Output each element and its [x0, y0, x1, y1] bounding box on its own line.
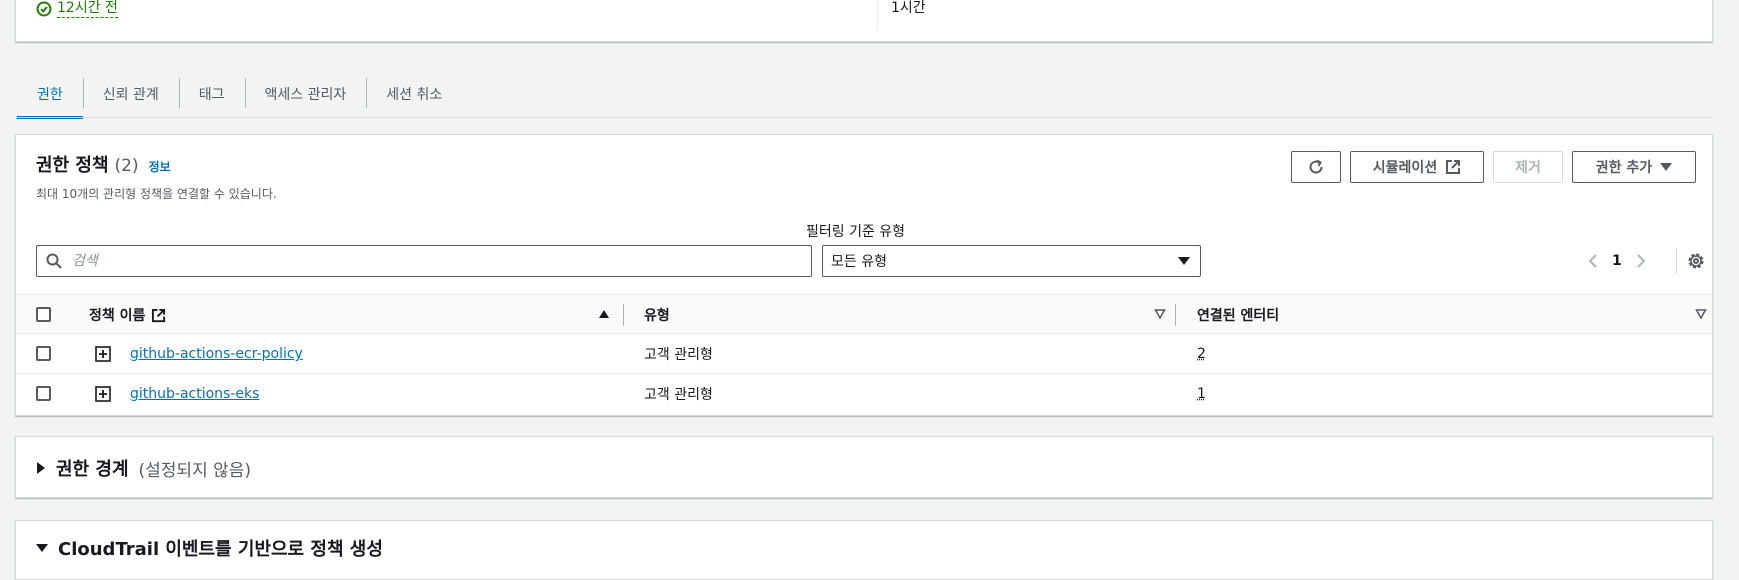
permissions-policies-card: 권한 정책 (2) 정보 최대 10개의 관리형 정책을 연결할 수 있습니다.… [15, 134, 1713, 416]
tab-tags[interactable]: 태그 [179, 78, 245, 110]
chevron-right-icon[interactable] [1636, 253, 1646, 269]
column-divider[interactable] [1175, 304, 1176, 326]
tab-trust-relationships[interactable]: 신뢰 관계 [83, 78, 179, 110]
policies-header: 권한 정책 (2) 정보 최대 10개의 관리형 정책을 연결할 수 있습니다. [36, 151, 277, 202]
add-permissions-button[interactable]: 권한 추가 [1572, 151, 1696, 183]
expand-row-icon[interactable] [95, 346, 111, 362]
policy-type: 고객 관리형 [644, 334, 713, 374]
add-permissions-label: 권한 추가 [1596, 157, 1652, 177]
last-activity-text[interactable]: 12시간 전 [57, 0, 118, 18]
max-session-duration: 1시간 [891, 0, 926, 17]
permissions-boundary-toggle[interactable]: 권한 경계 (설정되지 않음) [36, 437, 251, 499]
sort-ascending-icon[interactable] [598, 308, 610, 320]
attached-entities-count[interactable]: 1 [1197, 374, 1206, 414]
caret-right-icon [36, 462, 46, 474]
caret-down-icon [1178, 256, 1190, 266]
cloudtrail-title: CloudTrail 이벤트를 기반으로 정책 생성 [58, 535, 383, 561]
check-circle-icon [36, 1, 52, 17]
attached-entities-count[interactable]: 2 [1197, 334, 1206, 374]
external-link-icon [151, 308, 166, 323]
remove-button[interactable]: 제거 [1493, 151, 1563, 183]
current-page[interactable]: 1 [1612, 253, 1622, 269]
sort-icon[interactable] [1695, 308, 1707, 320]
summary-divider [877, 0, 878, 30]
gear-icon[interactable] [1686, 251, 1706, 271]
external-link-icon [1445, 159, 1461, 175]
policy-type: 고객 관리형 [644, 374, 713, 414]
policies-count: (2) [115, 156, 139, 176]
sort-icon[interactable] [1154, 308, 1166, 320]
role-tabs: 권한 신뢰 관계 태그 액세스 관리자 세션 취소 [17, 72, 462, 118]
column-attached-entities[interactable]: 연결된 엔터티 [1197, 295, 1279, 335]
cloudtrail-policy-card: CloudTrail 이벤트를 기반으로 정책 생성 [15, 520, 1713, 580]
policies-table-header: 정책 이름 유형 연결된 엔터티 [16, 294, 1712, 334]
simulation-label: 시뮬레이션 [1373, 157, 1437, 177]
filter-type-label: 필터링 기준 유형 [806, 221, 905, 241]
policies-description: 최대 10개의 관리형 정책을 연결할 수 있습니다. [36, 185, 277, 202]
role-summary-card: 12시간 전 1시간 [15, 0, 1713, 42]
simulation-button[interactable]: 시뮬레이션 [1350, 151, 1484, 183]
pagination: 1 [1588, 245, 1646, 277]
pager-divider [1676, 248, 1677, 274]
policies-title: 권한 정책 [36, 151, 109, 177]
tab-access-advisor[interactable]: 액세스 관리자 [245, 78, 367, 110]
caret-down-icon [1660, 162, 1672, 172]
caret-down-icon [36, 543, 48, 553]
permissions-boundary-title: 권한 경계 [56, 455, 129, 481]
expand-row-icon[interactable] [95, 386, 111, 402]
table-row[interactable]: github-actions-eks 고객 관리형 1 [16, 374, 1712, 414]
tabs-divider [17, 117, 1713, 118]
policy-name-link[interactable]: github-actions-eks [130, 374, 259, 414]
refresh-icon [1307, 158, 1325, 176]
filter-type-value: 모든 유형 [831, 251, 887, 271]
chevron-left-icon[interactable] [1588, 253, 1598, 269]
filter-type-select[interactable]: 모든 유형 [822, 245, 1201, 277]
column-policy-name[interactable]: 정책 이름 [89, 295, 166, 335]
column-policy-name-label: 정책 이름 [89, 305, 145, 325]
info-link[interactable]: 정보 [149, 158, 171, 175]
search-input[interactable] [70, 252, 770, 270]
last-activity[interactable]: 12시간 전 [36, 0, 118, 18]
policy-name-link[interactable]: github-actions-ecr-policy [130, 334, 303, 374]
row-checkbox[interactable] [36, 386, 51, 401]
column-type[interactable]: 유형 [644, 295, 670, 335]
column-divider[interactable] [623, 304, 624, 326]
search-icon [46, 253, 62, 269]
refresh-button[interactable] [1291, 151, 1341, 183]
row-checkbox[interactable] [36, 346, 51, 361]
tab-permissions[interactable]: 권한 [17, 78, 83, 110]
search-field[interactable] [36, 245, 812, 277]
permissions-boundary-card: 권한 경계 (설정되지 않음) [15, 436, 1713, 498]
remove-label: 제거 [1515, 157, 1541, 177]
tab-revoke-sessions[interactable]: 세션 취소 [366, 78, 462, 110]
permissions-boundary-status: (설정되지 않음) [139, 456, 252, 481]
table-row[interactable]: github-actions-ecr-policy 고객 관리형 2 [16, 334, 1712, 374]
cloudtrail-toggle[interactable]: CloudTrail 이벤트를 기반으로 정책 생성 [36, 521, 383, 575]
select-all-checkbox[interactable] [36, 307, 51, 322]
